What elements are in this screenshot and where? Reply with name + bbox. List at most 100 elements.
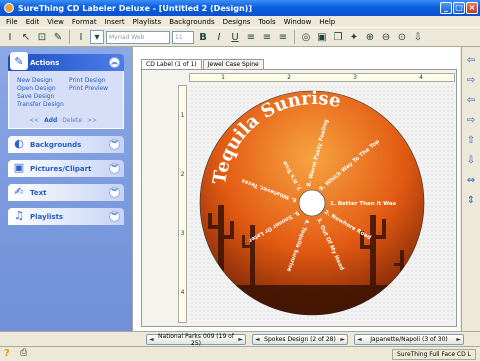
text-icon: ✍ <box>14 184 24 198</box>
collapse-icon[interactable]: ︽ <box>109 57 120 68</box>
playlists-header[interactable]: ♫ Playlists ︾ <box>8 208 124 225</box>
align-left-icon[interactable]: ≡ <box>244 30 258 44</box>
menu-playlists[interactable]: Playlists <box>133 18 162 26</box>
toolbar: I ↖ ⊡ ✎ I ▾ Myriad Web 11 B I U ≡ ≡ ≡ ◎ … <box>0 27 480 47</box>
menu-window[interactable]: Window <box>284 18 312 26</box>
track-1[interactable]: 1. Better Than It Was <box>330 201 397 207</box>
toolbar-separator <box>69 30 70 44</box>
playlists-section: ♫ Playlists ︾ <box>8 208 124 225</box>
task-panel: ✎ Actions ︽ New Design Print Design Open… <box>0 47 132 331</box>
text-header[interactable]: ✍ Text ︾ <box>8 184 124 201</box>
print-preview-link[interactable]: Print Preview <box>69 85 119 92</box>
color-picker-icon[interactable]: ▾ <box>90 30 104 44</box>
tab-cd-label[interactable]: CD Label (1 of 1) <box>141 59 202 69</box>
next-arrows[interactable]: >> <box>87 117 97 124</box>
add-button[interactable]: Add <box>44 117 57 124</box>
new-design-link[interactable]: New Design <box>17 77 67 84</box>
text-tool-icon[interactable]: I <box>74 30 88 44</box>
font-select[interactable]: Myriad Web <box>106 30 170 44</box>
arrow-up-down-icon[interactable]: ⇕ <box>464 193 478 207</box>
arrow-right-icon[interactable]: ⇨ <box>464 73 478 87</box>
backgrounds-header[interactable]: ◐ Backgrounds ︾ <box>8 136 124 153</box>
ruler-tick: 3 <box>180 230 185 237</box>
menu-view[interactable]: View <box>47 18 64 26</box>
select-arrow-icon[interactable]: ↖ <box>19 30 33 44</box>
pictures-header[interactable]: ▣ Pictures/Clipart ︾ <box>8 160 124 177</box>
nudge-strip: ⇦ ⇨ ⇦ ⇨ ⇧ ⇩ ⇔ ⇕ <box>461 47 480 331</box>
text-section: ✍ Text ︾ <box>8 184 124 201</box>
app-icon <box>4 3 14 13</box>
menu-designs[interactable]: Designs <box>223 18 251 26</box>
status-bar: ? ⎙ SureThing Full Face CD L <box>0 346 480 361</box>
font-size-select[interactable]: 11 <box>172 30 194 44</box>
photo-icon[interactable]: ▣ <box>315 30 329 44</box>
design-browser[interactable]: ◄ Spokes Design (2 of 28) ► <box>252 334 348 345</box>
minimize-button[interactable]: _ <box>440 2 452 14</box>
ruler-tick: 2 <box>180 171 185 178</box>
zoom-fit-icon[interactable]: ⊙ <box>395 30 409 44</box>
background-browser[interactable]: ◄ National Parks 009 (19 of 25) ► <box>146 332 246 347</box>
playlists-title: Playlists <box>30 212 64 221</box>
zoom-out-icon[interactable]: ⊖ <box>379 30 393 44</box>
bold-button[interactable]: B <box>196 30 210 44</box>
crop-icon[interactable]: ⊡ <box>35 30 49 44</box>
arrow-left-icon[interactable]: ⇦ <box>464 53 478 67</box>
browser-bar: ◄ National Parks 009 (19 of 25) ► ◄ Spok… <box>0 331 480 347</box>
actions-header[interactable]: ✎ Actions ︽ <box>8 52 124 71</box>
actions-title: Actions <box>30 58 60 67</box>
expand-icon[interactable]: ︾ <box>109 139 120 150</box>
menu-file[interactable]: File <box>6 18 18 26</box>
toolbar-separator <box>294 30 295 44</box>
align-center-icon[interactable]: ≡ <box>260 30 274 44</box>
arrow-right-icon[interactable]: ⇨ <box>464 113 478 127</box>
italic-button[interactable]: I <box>212 30 226 44</box>
delete-button[interactable]: Delete <box>62 117 82 124</box>
menu-edit[interactable]: Edit <box>26 18 40 26</box>
expand-icon[interactable]: ︾ <box>109 187 120 198</box>
arrow-down-icon[interactable]: ⇩ <box>464 153 478 167</box>
download-icon[interactable]: ⇩ <box>411 30 425 44</box>
next-icon[interactable]: ► <box>456 336 461 343</box>
next-icon[interactable]: ► <box>340 336 345 343</box>
eyedropper-icon[interactable]: ✎ <box>51 30 65 44</box>
ruler-tick: 3 <box>353 74 357 81</box>
close-button[interactable]: × <box>466 2 478 14</box>
printer-icon[interactable]: ⎙ <box>20 348 32 360</box>
arrow-left-icon[interactable]: ⇦ <box>464 93 478 107</box>
menu-insert[interactable]: Insert <box>105 18 125 26</box>
print-design-link[interactable]: Print Design <box>69 77 119 84</box>
menu-help[interactable]: Help <box>319 18 335 26</box>
paint-icon[interactable]: ✦ <box>347 30 361 44</box>
menu-format[interactable]: Format <box>72 18 97 26</box>
vertical-ruler: 1 2 3 4 <box>178 85 187 323</box>
align-right-icon[interactable]: ≡ <box>276 30 290 44</box>
layers-icon[interactable]: ❐ <box>331 30 345 44</box>
ruler-tick: 4 <box>180 289 185 296</box>
tab-jewel-case-spine[interactable]: Jewel Case Spine <box>202 59 264 69</box>
maximize-button[interactable]: □ <box>453 2 465 14</box>
arrow-up-icon[interactable]: ⇧ <box>464 133 478 147</box>
menu-backgrounds[interactable]: Backgrounds <box>169 18 214 26</box>
expand-icon[interactable]: ︾ <box>109 211 120 222</box>
layout-browser[interactable]: ◄ Japanette/Napoli (3 of 30) ► <box>354 334 464 345</box>
scan-icon[interactable]: ◎ <box>299 30 313 44</box>
expand-icon[interactable]: ︾ <box>109 163 120 174</box>
arrow-left-right-icon[interactable]: ⇔ <box>464 173 478 187</box>
transfer-design-link[interactable]: Transfer Design <box>17 101 67 108</box>
pictures-section: ▣ Pictures/Clipart ︾ <box>8 160 124 177</box>
help-icon[interactable]: ? <box>4 348 16 360</box>
design-tabs: CD Label (1 of 1) Jewel Case Spine <box>141 59 264 69</box>
title-bar: SureThing CD Labeler Deluxe - [Untitled … <box>0 0 480 16</box>
save-design-link[interactable]: Save Design <box>17 93 67 100</box>
cd-label[interactable]: Tequila Sunrise 1. Better Than It Was 2.… <box>190 85 454 323</box>
menu-tools[interactable]: Tools <box>258 18 275 26</box>
next-icon[interactable]: ► <box>238 336 243 343</box>
text-cursor-icon[interactable]: I <box>3 30 17 44</box>
zoom-in-icon[interactable]: ⊕ <box>363 30 377 44</box>
background-label: National Parks 009 (19 of 25) <box>158 332 234 347</box>
open-design-link[interactable]: Open Design <box>17 85 67 92</box>
playlists-icon: ♫ <box>14 208 24 222</box>
backgrounds-section: ◐ Backgrounds ︾ <box>8 136 124 153</box>
prev-arrows[interactable]: << <box>29 117 39 124</box>
underline-button[interactable]: U <box>228 30 242 44</box>
